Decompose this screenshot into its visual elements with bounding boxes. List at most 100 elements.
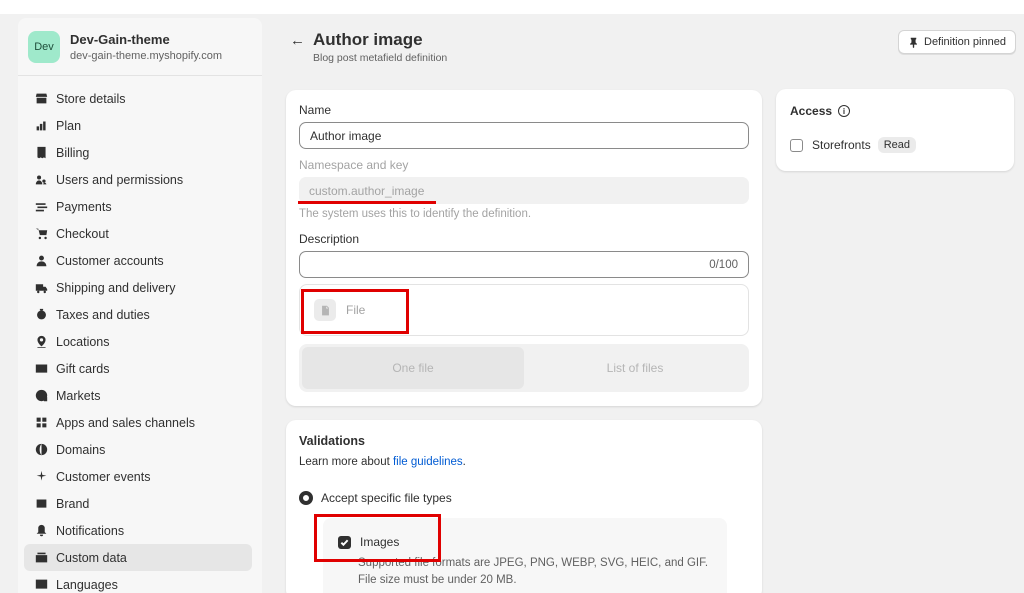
back-arrow-icon[interactable]: ← xyxy=(290,32,305,49)
annotation-box-images xyxy=(314,514,441,562)
person-icon xyxy=(34,254,48,268)
sidebar-item-label: Store details xyxy=(56,91,126,106)
store-icon xyxy=(34,92,48,106)
accept-specific-types-radio[interactable] xyxy=(299,491,313,505)
sidebar-item-label: Plan xyxy=(56,118,82,133)
sidebar-item-custom-data[interactable]: Custom data xyxy=(24,544,252,571)
pin-button-label: Definition pinned xyxy=(924,36,1006,48)
annotation-box-file xyxy=(301,289,409,334)
learn-prefix: Learn more about xyxy=(299,456,393,468)
storefronts-label: Storefronts xyxy=(812,138,871,152)
sidebar-item-plan[interactable]: Plan xyxy=(18,112,252,139)
cart-icon xyxy=(34,227,48,241)
name-label: Name xyxy=(299,103,332,117)
billing-icon xyxy=(34,146,48,160)
settings-sidebar: Dev Dev-Gain-theme dev-gain-theme.myshop… xyxy=(18,18,262,593)
sidebar-item-apps-and-sales-channels[interactable]: Apps and sales channels xyxy=(18,409,252,436)
sidebar-item-customer-events[interactable]: Customer events xyxy=(18,463,252,490)
name-input[interactable]: Author image xyxy=(299,122,749,149)
access-title-text: Access xyxy=(790,104,833,118)
storefronts-row[interactable]: Storefronts Read xyxy=(790,137,916,153)
sidebar-item-label: Notifications xyxy=(56,523,125,538)
file-guidelines-link[interactable]: file guidelines xyxy=(393,456,463,468)
sidebar-item-notifications[interactable]: Notifications xyxy=(18,517,252,544)
brand-icon xyxy=(34,497,48,511)
page-subtitle: Blog post metafield definition xyxy=(313,52,448,64)
accept-specific-types-label: Accept specific file types xyxy=(321,491,452,505)
validations-card: Validations Learn more about file guidel… xyxy=(286,420,762,593)
sidebar-item-label: Billing xyxy=(56,145,90,160)
sidebar-item-customer-accounts[interactable]: Customer accounts xyxy=(18,247,252,274)
list-of-files-option[interactable]: List of files xyxy=(524,347,746,389)
namespace-key-value: custom.author_image xyxy=(309,183,425,198)
file-count-segmented: One file List of files xyxy=(299,344,749,392)
validations-title: Validations xyxy=(299,434,365,448)
sidebar-item-label: Gift cards xyxy=(56,361,110,376)
definition-pinned-button[interactable]: Definition pinned xyxy=(898,30,1016,54)
globe-icon xyxy=(34,443,48,457)
bell-icon xyxy=(34,524,48,538)
sidebar-item-checkout[interactable]: Checkout xyxy=(18,220,252,247)
sidebar-item-taxes-and-duties[interactable]: Taxes and duties xyxy=(18,301,252,328)
language-icon xyxy=(34,578,48,592)
sidebar-item-label: Domains xyxy=(56,442,106,457)
namespace-label: Namespace and key xyxy=(299,158,409,172)
sidebar-item-payments[interactable]: Payments xyxy=(18,193,252,220)
custom-data-icon xyxy=(34,551,48,565)
sidebar-item-label: Customer events xyxy=(56,469,151,484)
sidebar-item-store-details[interactable]: Store details xyxy=(18,85,252,112)
top-strip xyxy=(0,0,1024,14)
payments-icon xyxy=(34,200,48,214)
sidebar-item-label: Taxes and duties xyxy=(56,307,150,322)
sidebar-item-brand[interactable]: Brand xyxy=(18,490,252,517)
location-icon xyxy=(34,335,48,349)
sidebar-item-shipping-and-delivery[interactable]: Shipping and delivery xyxy=(18,274,252,301)
read-badge: Read xyxy=(877,137,916,153)
users-icon xyxy=(34,173,48,187)
info-icon[interactable]: i xyxy=(838,105,851,117)
store-avatar: Dev xyxy=(28,30,60,63)
namespace-help: The system uses this to identify the def… xyxy=(299,208,532,220)
sidebar-item-label: Brand xyxy=(56,496,90,511)
sidebar-item-label: Apps and sales channels xyxy=(56,415,195,430)
name-input-value: Author image xyxy=(310,128,382,143)
validations-learn: Learn more about file guidelines. xyxy=(299,456,466,468)
store-switcher[interactable]: Dev Dev-Gain-theme dev-gain-theme.myshop… xyxy=(18,18,262,76)
sidebar-item-markets[interactable]: Markets xyxy=(18,382,252,409)
one-file-option[interactable]: One file xyxy=(302,347,524,389)
definition-card: Name Author image Namespace and key cust… xyxy=(286,90,762,406)
truck-icon xyxy=(34,281,48,295)
sidebar-item-label: Markets xyxy=(56,388,101,403)
pin-icon xyxy=(910,37,917,48)
sidebar-item-label: Languages xyxy=(56,577,118,592)
sidebar-item-locations[interactable]: Locations xyxy=(18,328,252,355)
sidebar-item-label: Checkout xyxy=(56,226,109,241)
accept-specific-types-radio-row[interactable]: Accept specific file types xyxy=(299,491,452,505)
sidebar-item-billing[interactable]: Billing xyxy=(18,139,252,166)
sidebar-item-domains[interactable]: Domains xyxy=(18,436,252,463)
sidebar-item-label: Locations xyxy=(56,334,110,349)
sidebar-item-label: Custom data xyxy=(56,550,127,565)
page-title: Author image xyxy=(313,30,423,49)
apps-icon xyxy=(34,416,48,430)
sidebar-item-gift-cards[interactable]: Gift cards xyxy=(18,355,252,382)
gift-card-icon xyxy=(34,362,48,376)
sidebar-item-label: Users and permissions xyxy=(56,172,184,187)
description-label: Description xyxy=(299,232,360,246)
annotation-underline xyxy=(298,201,436,204)
description-input[interactable]: 0/100 xyxy=(299,251,749,278)
namespace-key-input: custom.author_image xyxy=(299,177,749,204)
store-url: dev-gain-theme.myshopify.com xyxy=(70,49,223,62)
sidebar-item-languages[interactable]: Languages xyxy=(18,571,252,593)
sidebar-item-label: Customer accounts xyxy=(56,253,164,268)
sidebar-item-label: Payments xyxy=(56,199,112,214)
events-icon xyxy=(34,470,48,484)
sidebar-item-label: Shipping and delivery xyxy=(56,280,176,295)
settings-nav: Store details Plan Billing Users and permis… xyxy=(18,76,262,593)
plan-icon xyxy=(34,119,48,133)
learn-suffix: . xyxy=(462,456,466,468)
markets-icon xyxy=(34,389,48,403)
storefronts-checkbox[interactable] xyxy=(790,138,803,152)
sidebar-item-users-and-permissions[interactable]: Users and permissions xyxy=(18,166,252,193)
tax-icon xyxy=(34,308,48,322)
